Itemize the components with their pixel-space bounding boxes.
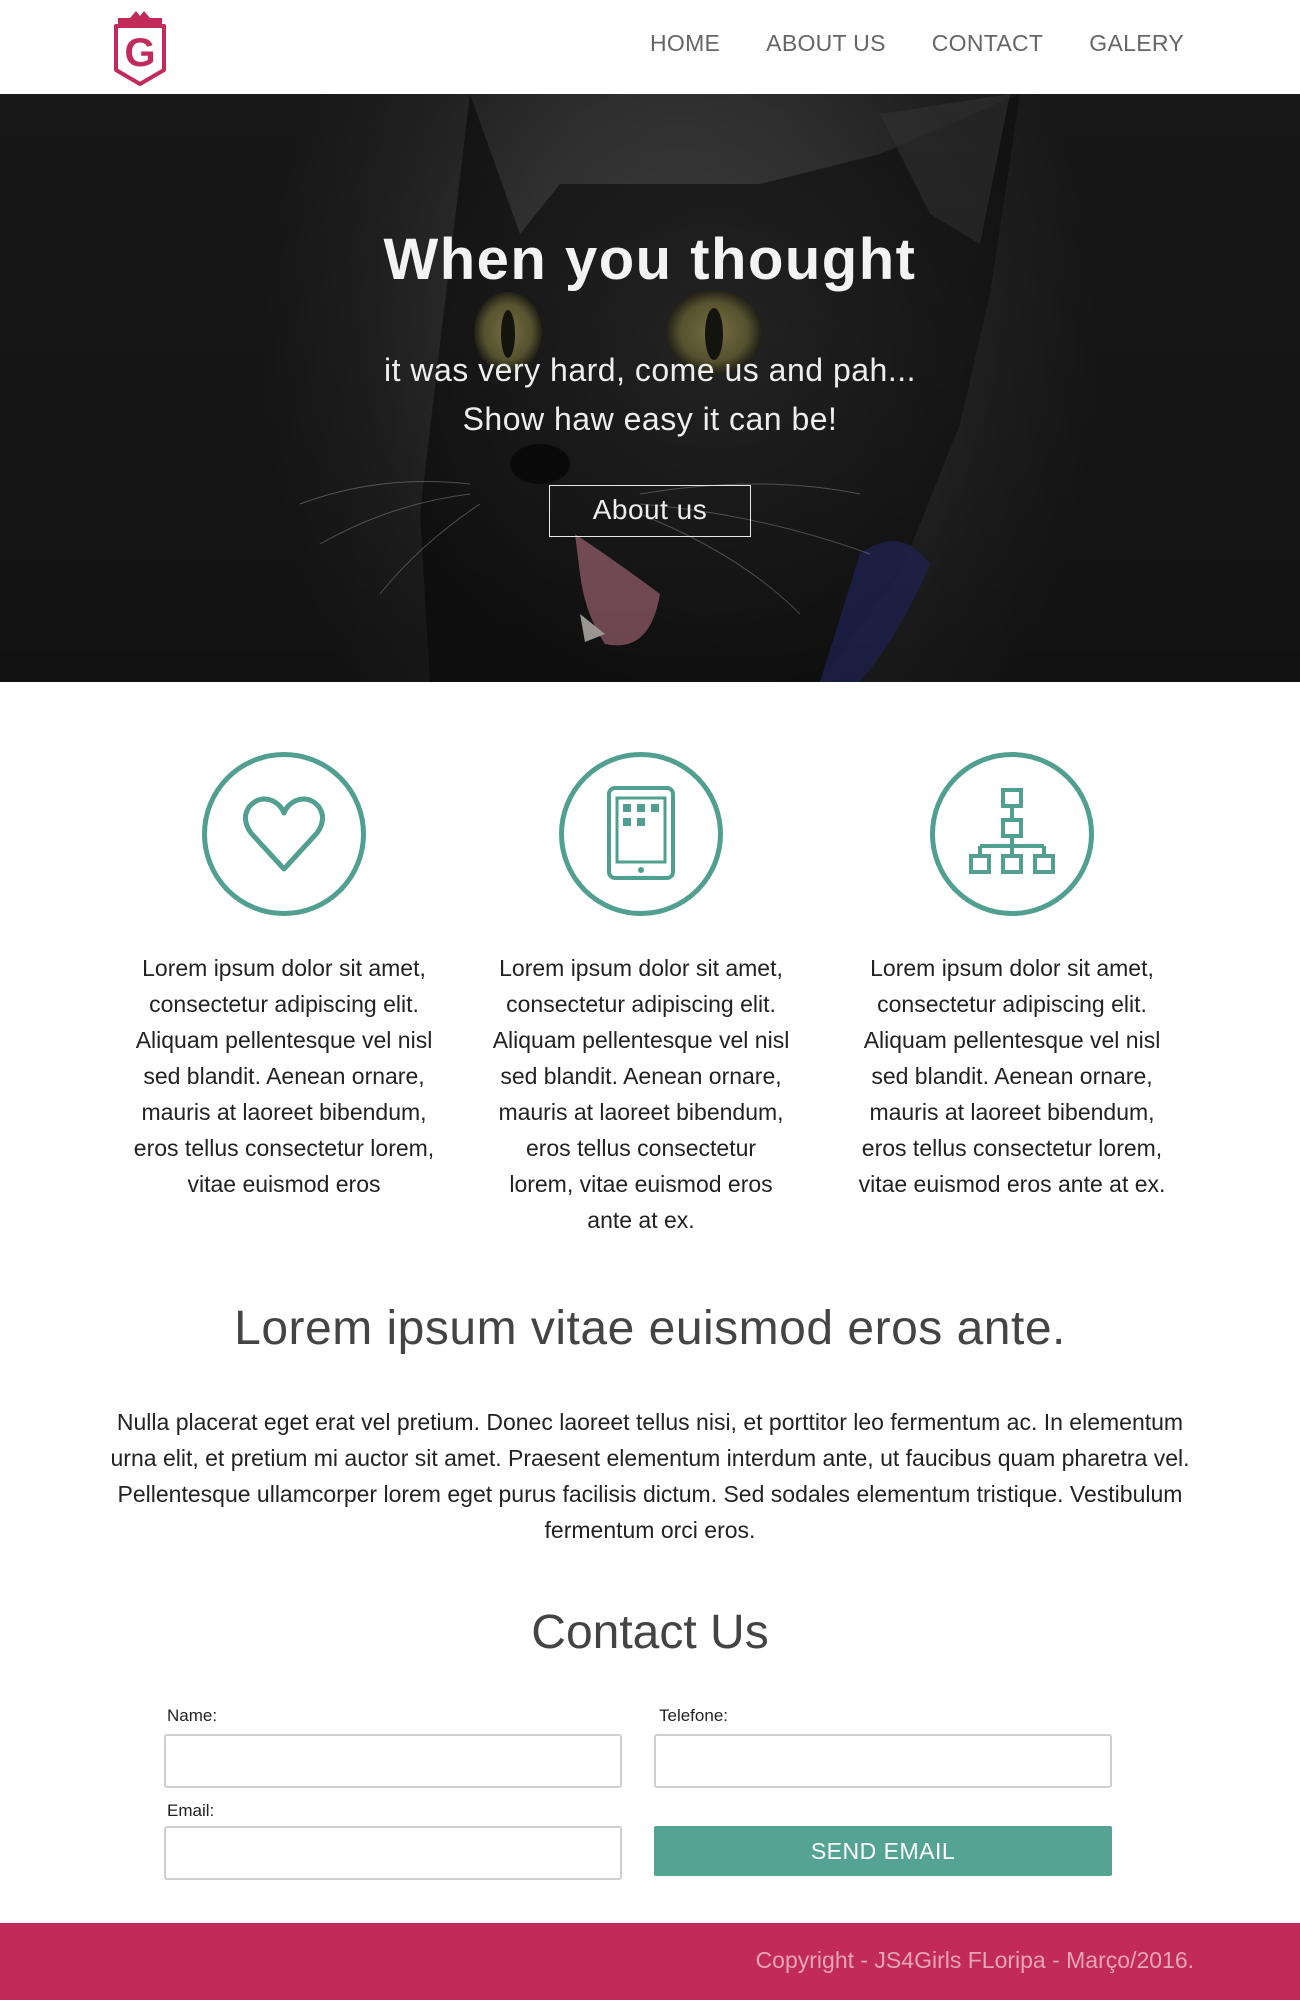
email-label: Email: <box>167 1801 215 1820</box>
nav-galery[interactable]: GALERY <box>1089 30 1184 57</box>
logo-letter: G <box>124 31 155 75</box>
nav-contact[interactable]: CONTACT <box>932 30 1044 57</box>
phone-field[interactable] <box>654 1734 1112 1788</box>
section-title: Lorem ipsum vitae euismod eros ante. <box>234 1302 1066 1355</box>
email-field[interactable] <box>164 1826 622 1880</box>
tablet-icon-circle <box>559 752 723 916</box>
site-header: G HOME ABOUT US CONTACT GALERY <box>0 0 1300 94</box>
hero-subtitle-line2: Show haw easy it can be! <box>462 401 838 437</box>
hero-banner: When you thought it was very hard, come … <box>0 94 1300 682</box>
feature-tablet: Lorem ipsum dolor sit amet, consectetur … <box>481 752 801 1238</box>
feature-heart: Lorem ipsum dolor sit amet, consectetur … <box>124 752 444 1202</box>
copyright-text: Copyright - JS4Girls FLoripa - Março/201… <box>755 1947 1194 1973</box>
feature-text: Lorem ipsum dolor sit amet, consectetur … <box>133 955 435 1197</box>
hero-title: When you thought <box>383 227 917 292</box>
feature-sitemap: Lorem ipsum dolor sit amet, consectetur … <box>852 752 1172 1202</box>
hero-subtitle-line1: it was very hard, come us and pah... <box>383 352 917 388</box>
send-email-button[interactable]: SEND EMAIL <box>654 1826 1112 1876</box>
sitemap-icon-circle <box>930 752 1094 916</box>
phone-label: Telefone: <box>659 1706 728 1725</box>
feature-text: Lorem ipsum dolor sit amet, consectetur … <box>858 955 1166 1197</box>
heart-icon <box>243 796 325 872</box>
contact-title: Contact Us <box>531 1606 769 1659</box>
name-field[interactable] <box>164 1734 622 1788</box>
nav-about-us[interactable]: ABOUT US <box>766 30 886 57</box>
site-footer: Copyright - JS4Girls FLoripa - Março/201… <box>0 1923 1300 2000</box>
main-nav: HOME ABOUT US CONTACT GALERY <box>650 30 1184 57</box>
sitemap-icon <box>969 788 1055 874</box>
name-label: Name: <box>167 1706 218 1725</box>
nav-home[interactable]: HOME <box>650 30 720 57</box>
feature-text: Lorem ipsum dolor sit amet, consectetur … <box>492 955 790 1233</box>
about-us-button[interactable]: About us <box>549 485 751 537</box>
heart-icon-circle <box>202 752 366 916</box>
section-text: Nulla placerat eget erat vel pretium. Do… <box>110 1409 1190 1543</box>
tablet-icon <box>607 786 675 880</box>
crown-shield-g-logo[interactable]: G <box>110 8 170 86</box>
